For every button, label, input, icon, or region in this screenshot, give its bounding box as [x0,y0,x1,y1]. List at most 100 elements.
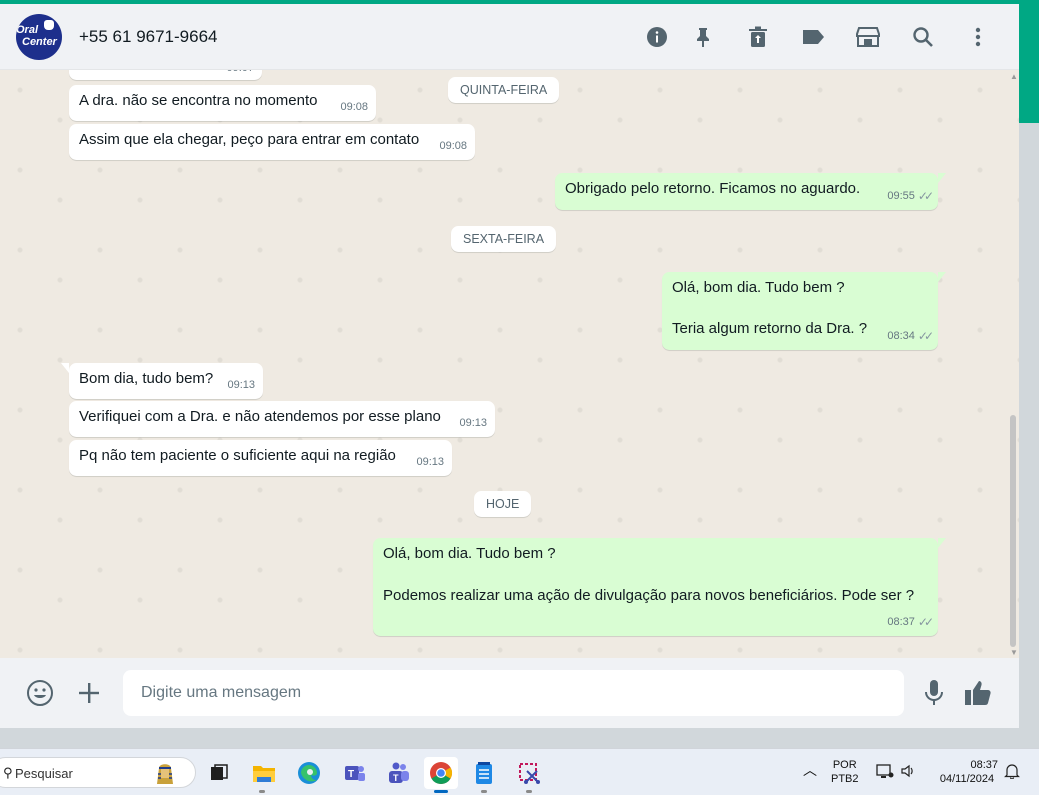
message-input[interactable] [123,670,904,716]
scroll-down-arrow[interactable]: ▼ [1010,648,1018,657]
clock-time: 08:37 [970,759,998,771]
message-text: Verifiquei com a Dra. e não atendemos po… [79,408,441,425]
scrollbar-thumb[interactable] [1010,415,1016,647]
message-outgoing[interactable]: Obrigado pelo retorno. Ficamos no aguard… [555,173,946,210]
pin-icon[interactable] [690,24,716,50]
bubble-tail [938,272,946,282]
teams-classic-icon[interactable]: T [337,757,371,789]
edge-icon[interactable] [292,757,326,789]
message-time: 09:13 [416,452,444,472]
day-label: SEXTA-FEIRA [451,226,557,252]
contact-name[interactable]: +55 61 9671-9664 [79,27,218,47]
avatar-text-bottom: Center [22,36,57,48]
volume-icon[interactable] [900,763,916,783]
day-label: QUINTA-FEIRA [448,77,560,103]
network-icon[interactable] [876,763,894,783]
windows-taskbar: ⚲ Pesquisar T T ︿ POR PTB2 08:37 04/11/2… [0,748,1039,795]
message-time: 08:37 ✓✓ [887,612,934,632]
running-indicator [526,790,532,793]
chat-panel[interactable]: ▲ ▼ 09:07 QUINTA-FEIRA A dra. não se enc… [0,70,1019,658]
message-time: 09:13 [227,375,255,395]
time-text: 09:08 [439,140,467,152]
message-time: 09:08 [439,136,467,156]
message-time: 09:07 [226,70,254,78]
language-code: POR [832,759,857,771]
running-indicator [259,790,265,793]
message-text: A dra. não se encontra no momento [79,92,318,109]
keyboard-layout: PTB2 [831,773,859,785]
catalog-icon[interactable] [855,24,881,50]
chat-header: Oral Center +55 61 9671-9664 [0,4,1019,70]
window-right-gutter [1019,123,1039,748]
running-indicator [481,790,487,793]
message-partial[interactable]: 09:07 [69,70,262,80]
message-text: Assim que ela chegar, peço para entrar e… [79,131,420,148]
read-ticks-icon: ✓✓ [917,615,934,629]
message-composer [0,658,1019,728]
search-highlight-icon [157,764,173,784]
window-right-accent [1019,0,1039,123]
message-outgoing[interactable]: Olá, bom dia. Tudo bem ? Podemos realiza… [373,538,946,636]
time-text: 09:13 [227,379,255,391]
message-incoming[interactable]: Pq não tem paciente o suficiente aqui na… [69,440,452,476]
day-label: HOJE [474,491,532,517]
search-icon[interactable] [910,24,936,50]
file-explorer-icon[interactable] [247,757,281,789]
emoji-icon[interactable] [24,677,56,709]
message-time: 09:55 ✓✓ [887,186,934,206]
search-icon: ⚲ [3,765,13,780]
message-outgoing[interactable]: Olá, bom dia. Tudo bem ? Teria algum ret… [662,272,946,350]
delete-icon[interactable] [745,24,771,50]
taskbar-search[interactable]: ⚲ Pesquisar [0,757,196,788]
clock-date: 04/11/2024 [939,773,995,785]
bubble-tail [61,363,69,373]
clock[interactable]: 08:37 04/11/2024 [932,758,1002,786]
message-incoming[interactable]: Assim que ela chegar, peço para entrar e… [69,124,475,160]
message-text: Pq não tem paciente o suficiente aqui na… [79,447,396,464]
info-icon[interactable] [644,24,670,50]
taskbar-search-label: Pesquisar [15,766,73,781]
task-view-icon[interactable] [202,757,236,789]
message-text: Bom dia, tudo bem? [79,370,214,387]
message-time: 09:08 [340,97,368,117]
message-text-line: Podemos realizar uma ação de divulgação … [383,587,915,604]
read-ticks-icon: ✓✓ [917,329,934,343]
language-indicator[interactable]: POR PTB2 [831,758,859,786]
message-incoming[interactable]: A dra. não se encontra no momento 09:08 [69,85,376,121]
message-incoming[interactable]: Verifiquei com a Dra. e não atendemos po… [69,401,495,437]
label-icon[interactable] [800,24,826,50]
read-ticks-icon: ✓✓ [917,189,934,203]
bubble-tail [938,173,946,183]
thumbs-up-icon[interactable] [962,677,994,709]
menu-icon[interactable] [965,24,991,50]
message-text: Obrigado pelo retorno. Ficamos no aguard… [565,180,861,197]
time-text: 08:34 [887,330,915,342]
notepad-icon[interactable] [467,757,501,789]
time-text: 08:37 [887,616,915,628]
running-indicator-active [434,790,448,793]
time-text: 09:07 [226,70,254,78]
avatar-text-top: Oral [16,24,39,36]
bubble-tail [938,538,946,548]
message-incoming[interactable]: Bom dia, tudo bem? 09:13 [61,363,263,399]
time-text: 09:13 [459,417,487,429]
message-time: 08:34 ✓✓ [887,326,934,346]
scroll-up-arrow[interactable]: ▲ [1010,72,1018,81]
notification-bell-icon[interactable] [1004,763,1020,783]
attach-plus-icon[interactable] [73,677,105,709]
avatar[interactable]: Oral Center [16,14,62,60]
snipping-tool-icon[interactable] [512,757,546,789]
svg-text:T: T [393,773,399,783]
chrome-icon[interactable] [424,757,458,789]
time-text: 09:55 [887,190,915,202]
teams-icon[interactable]: T [381,757,415,789]
message-text-line: Olá, bom dia. Tudo bem ? [383,545,556,562]
message-text-line: Olá, bom dia. Tudo bem ? [672,279,845,296]
message-time: 09:13 [459,413,487,433]
tray-overflow-icon[interactable]: ︿ [803,763,817,777]
time-text: 09:08 [340,101,368,113]
time-text: 09:13 [416,456,444,468]
microphone-icon[interactable] [918,677,950,709]
app-window: Oral Center +55 61 9671-9664 ▲ ▼ QUINTA-… [0,0,1039,795]
